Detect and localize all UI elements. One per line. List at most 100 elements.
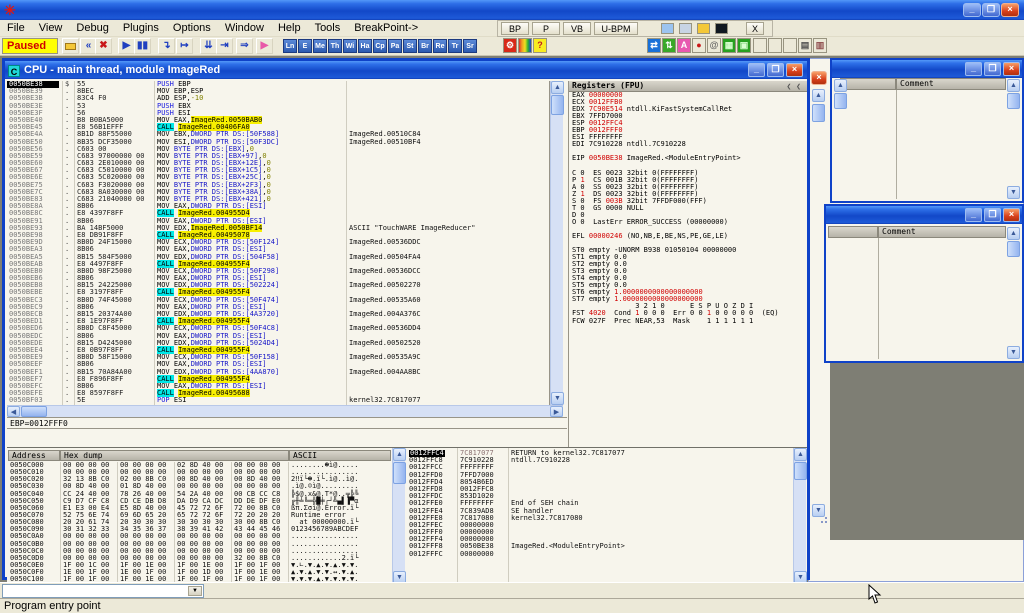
list-view-icon[interactable]: ▤ bbox=[798, 38, 812, 53]
scroll-up-button[interactable]: ▲ bbox=[393, 448, 406, 461]
folder-yellow-icon[interactable] bbox=[697, 23, 710, 34]
scrollbar-thumb[interactable] bbox=[393, 462, 406, 484]
column-header-comment[interactable]: Comment bbox=[896, 78, 1006, 90]
cpu-window-title[interactable]: CCPU - main thread, module ImageRed _ ❐ … bbox=[5, 61, 807, 79]
scroll-down-button[interactable]: ▼ bbox=[1007, 186, 1020, 199]
dump-header-ascii[interactable]: ASCII bbox=[289, 450, 391, 461]
scroll-down-button[interactable]: ▼ bbox=[551, 392, 564, 405]
close-program-icon[interactable]: ✖ bbox=[95, 38, 112, 54]
stack-pane[interactable]: 0012FFC47C817077RETURN to kernel32.7C817… bbox=[407, 450, 793, 558]
scroll-up-button[interactable]: ▲ bbox=[794, 448, 807, 461]
open-file-icon[interactable] bbox=[62, 38, 79, 54]
stack-vscrollbar[interactable]: ▲ ▼ bbox=[793, 448, 806, 584]
scrollbar-thumb[interactable] bbox=[1007, 93, 1020, 109]
scroll-up-button[interactable]: ▲ bbox=[1007, 79, 1020, 92]
detail-view-icon[interactable]: ▥ bbox=[813, 38, 827, 53]
animate-over-icon[interactable]: ⇥ bbox=[216, 38, 233, 54]
appearance-icon[interactable] bbox=[518, 38, 532, 53]
options-gear-icon[interactable]: ⚙ bbox=[503, 38, 517, 53]
scroll-up-button[interactable]: ▲ bbox=[834, 79, 847, 92]
column-header-blank[interactable] bbox=[828, 226, 878, 238]
close-button[interactable]: × bbox=[1003, 62, 1020, 76]
doc-blue-icon[interactable] bbox=[661, 23, 674, 34]
dump-header-address[interactable]: Address bbox=[8, 450, 60, 461]
assemble-icon[interactable]: A bbox=[677, 38, 691, 53]
minimize-button[interactable]: _ bbox=[965, 62, 982, 76]
register-line[interactable]: FCW 027F Prec NEAR,53 Mask 1 1 1 1 1 1 bbox=[569, 318, 807, 325]
menu-tools[interactable]: Tools bbox=[308, 20, 348, 37]
menu-debug[interactable]: Debug bbox=[69, 20, 115, 37]
window-button-ha[interactable]: Ha bbox=[358, 39, 372, 53]
disasm-row[interactable]: 0050BE3E.53PUSH EBX bbox=[7, 103, 549, 110]
window-button-wi[interactable]: Wi bbox=[343, 39, 357, 53]
minimize-button[interactable]: _ bbox=[963, 3, 981, 17]
animate-into-icon[interactable]: ⇊ bbox=[200, 38, 217, 54]
scroll-down-button[interactable]: ▼ bbox=[1007, 346, 1020, 359]
close-button[interactable]: × bbox=[1001, 3, 1019, 17]
scrollbar-thumb[interactable] bbox=[794, 462, 807, 480]
step-into-icon[interactable]: ↴ bbox=[158, 38, 175, 54]
menu-options[interactable]: Options bbox=[166, 20, 218, 37]
restore-button[interactable]: ❐ bbox=[982, 3, 1000, 17]
scroll-down-button[interactable]: ▼ bbox=[812, 504, 825, 517]
scrollbar-thumb[interactable] bbox=[1007, 241, 1020, 257]
scrollbar-thumb[interactable] bbox=[21, 406, 47, 417]
scroll-left-button[interactable]: ◀ bbox=[7, 406, 20, 417]
dump-vscrollbar[interactable]: ▲ ▼ bbox=[392, 448, 405, 584]
scroll-up-button[interactable]: ▲ bbox=[1007, 227, 1020, 240]
window-button-br[interactable]: Br bbox=[418, 39, 432, 53]
pluginbar-button-bp[interactable]: BP bbox=[501, 22, 529, 35]
breakpoint-dot-icon[interactable]: ● bbox=[692, 38, 706, 53]
close-button[interactable]: × bbox=[786, 63, 803, 77]
column-header-comment[interactable]: Comment bbox=[878, 226, 1006, 238]
scroll-up-button[interactable]: ▲ bbox=[551, 81, 564, 94]
window-button-ln[interactable]: Ln bbox=[283, 39, 297, 53]
background-close-button[interactable]: × bbox=[811, 71, 827, 85]
maximize-button[interactable]: ❐ bbox=[767, 63, 784, 77]
step-over-icon[interactable]: ↦ bbox=[176, 38, 193, 54]
scroll-right-button[interactable]: ▶ bbox=[550, 406, 563, 417]
registers-pane[interactable]: Registers (FPU) ❮ ❮ EAX 00000000ECX 0012… bbox=[568, 81, 807, 447]
window-button-tr[interactable]: Tr bbox=[448, 39, 462, 53]
scrollbar-thumb[interactable] bbox=[812, 104, 825, 122]
disassembly-hscrollbar[interactable]: ◀ ▶ bbox=[7, 405, 563, 417]
window-button-re[interactable]: Re bbox=[433, 39, 447, 53]
menu-breakpoint[interactable]: BreakPoint-> bbox=[347, 20, 425, 37]
menu-help[interactable]: Help bbox=[271, 20, 308, 37]
comment-window-top-title[interactable]: _ ❐ × bbox=[832, 60, 1022, 78]
maximize-button[interactable]: ❐ bbox=[984, 62, 1001, 76]
menu-plugins[interactable]: Plugins bbox=[116, 20, 166, 37]
doc-icon[interactable] bbox=[679, 23, 692, 34]
register-line[interactable]: O 0 LastErr ERROR_SUCCESS (00000000) bbox=[569, 219, 807, 226]
register-line[interactable]: EDI 7C910228 ntdll.7C910228 bbox=[569, 141, 807, 148]
updown-icon[interactable]: ⇅ bbox=[662, 38, 676, 53]
window-button-st[interactable]: St bbox=[403, 39, 417, 53]
pluginbar-button-u-bpm[interactable]: U-BPM bbox=[594, 22, 638, 35]
register-line[interactable]: EIP 0050BE38 ImageRed.<ModuleEntryPoint> bbox=[569, 155, 807, 162]
disasm-row[interactable]: 0050BE3B.83C4 F0ADD ESP,-10 bbox=[7, 95, 549, 102]
close-button[interactable]: × bbox=[1003, 208, 1020, 222]
scroll-up-button[interactable]: ▲ bbox=[812, 89, 825, 102]
stack-row[interactable]: 0012FFFC00000000 bbox=[407, 551, 793, 558]
pause-icon[interactable]: ▮▮ bbox=[134, 38, 151, 54]
command-combobox[interactable]: ▼ bbox=[2, 584, 204, 598]
register-line[interactable]: EFL 00000246 (NO,NB,E,BE,NS,PE,GE,LE) bbox=[569, 233, 807, 240]
minimize-button[interactable]: _ bbox=[965, 208, 982, 222]
column-header-blank[interactable] bbox=[840, 78, 896, 90]
window-button-sr[interactable]: Sr bbox=[463, 39, 477, 53]
menu-file[interactable]: File bbox=[0, 20, 32, 37]
pluginbar-button-p[interactable]: P bbox=[532, 22, 560, 35]
console-icon[interactable] bbox=[715, 23, 728, 34]
screen-icon[interactable]: ▣ bbox=[737, 38, 751, 53]
window-button-th[interactable]: Th bbox=[328, 39, 342, 53]
combobox-dropdown-button[interactable]: ▼ bbox=[188, 586, 202, 596]
dump-pane[interactable]: 0050C00000 00 00 0000 00 00 0002 8D 40 0… bbox=[7, 462, 391, 583]
pluginbar-close-button[interactable]: X bbox=[746, 22, 764, 35]
window-button-me[interactable]: Me bbox=[313, 39, 327, 53]
menu-window[interactable]: Window bbox=[218, 20, 271, 37]
blank-icon[interactable] bbox=[783, 38, 797, 53]
help-icon[interactable]: ? bbox=[533, 38, 547, 53]
window-button-pa[interactable]: Pa bbox=[388, 39, 402, 53]
pluginbar-button-vb[interactable]: VB bbox=[563, 22, 591, 35]
info-pane[interactable]: EBP=0012FFF0 bbox=[7, 417, 567, 429]
